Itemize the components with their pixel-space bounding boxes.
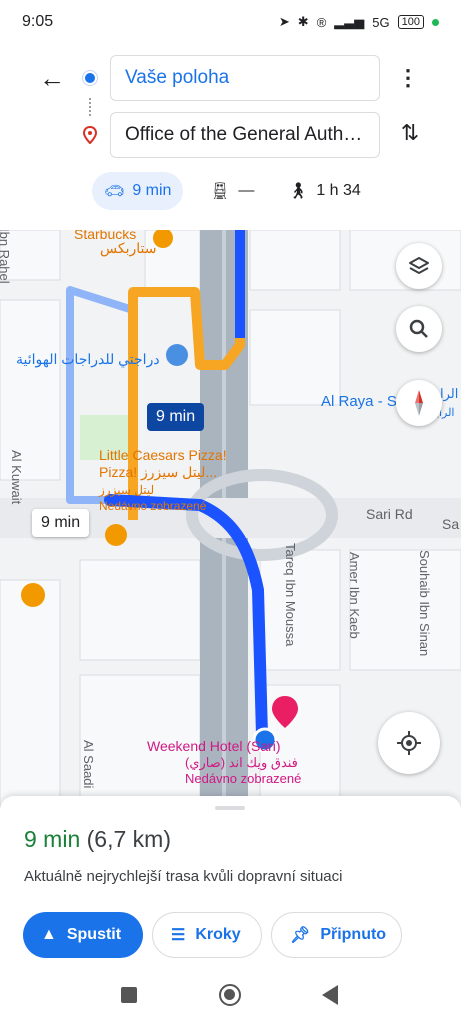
back-icon[interactable] xyxy=(322,985,338,1005)
destination-field[interactable]: Office of the General Auth… xyxy=(110,112,380,158)
compass-icon xyxy=(415,390,423,416)
network-label: 5G xyxy=(372,14,390,30)
my-location-button[interactable] xyxy=(378,712,440,774)
car-icon: 🚗︎ xyxy=(104,183,125,200)
steps-label: Kroky xyxy=(195,926,241,943)
compass-button[interactable] xyxy=(396,380,442,426)
eta-badge-primary[interactable]: 9 min xyxy=(147,403,205,431)
transit-icon: 🚆︎ xyxy=(210,183,231,200)
label-recent-2: Nedávno zobrazené xyxy=(185,771,302,786)
mode-car[interactable]: 🚗︎ 9 min xyxy=(92,172,184,210)
search-icon xyxy=(409,319,428,338)
destination-pin-icon xyxy=(82,126,98,144)
pinned-label: Připnuto xyxy=(320,926,387,943)
label-souhaib: Souhaib Ibn Sinan xyxy=(417,550,432,657)
home-icon[interactable] xyxy=(219,984,241,1006)
label-sari-rd: Sari Rd xyxy=(366,506,413,522)
label-al-raya: Al Raya - S xyxy=(321,393,397,410)
cafe-pin-2-icon xyxy=(21,583,45,607)
label-al-raya-ar-1: الرا xyxy=(440,386,459,401)
label-tareq: Tareq Ibn Moussa xyxy=(283,543,298,647)
bluetooth-icon: ✱ xyxy=(297,14,309,29)
directions-header: ← Vaše poloha Office of the General Auth… xyxy=(0,44,461,230)
start-label: Spustit xyxy=(66,926,122,943)
pinned-button[interactable]: 📌︎ Připnuto xyxy=(271,912,402,958)
mode-walk-time: 1 h 34 xyxy=(316,182,361,199)
mode-walk[interactable]: 🚶︎ 1 h 34 xyxy=(276,172,373,210)
recents-icon[interactable] xyxy=(121,987,137,1003)
swap-icon[interactable]: ⇅ xyxy=(396,120,424,148)
system-nav-bar xyxy=(0,976,461,1024)
pin-icon: 📌︎ xyxy=(290,927,311,944)
back-arrow-icon[interactable]: ← xyxy=(36,62,68,94)
layers-icon xyxy=(409,257,429,274)
crosshair-icon xyxy=(397,731,421,755)
label-pizza-1: Little Caesars Pizza! xyxy=(99,447,227,463)
steps-button[interactable]: ☰ Kroky xyxy=(152,912,262,958)
privacy-dot-icon xyxy=(432,18,439,26)
label-starbucks-ar: ستاربكس xyxy=(100,240,157,256)
label-sa: Sa xyxy=(442,516,460,532)
layers-button[interactable] xyxy=(396,243,442,289)
route-connector xyxy=(89,98,91,116)
signal-icon: ▂▃▅ xyxy=(334,14,365,29)
label-pizza-2: Pizza! ليتل سيزرز... xyxy=(99,464,218,480)
label-al-saadi: Al Saadi xyxy=(81,740,96,789)
label-al-kuwait: Al Kuwait xyxy=(9,450,24,505)
travel-modes: 🚗︎ 9 min 🚆︎ — 🚶︎ 1 h 34 xyxy=(0,172,461,212)
search-along-route-button[interactable] xyxy=(396,306,442,352)
start-button[interactable]: ▲ Spustit xyxy=(23,912,143,958)
bike-shop-pin-icon xyxy=(166,344,188,366)
list-icon: ☰ xyxy=(171,927,186,944)
label-pizza-ar: ليتل سيزرز xyxy=(99,483,155,497)
walk-icon: 🚶︎ xyxy=(288,183,309,200)
sheet-drag-handle[interactable] xyxy=(215,806,245,810)
status-bar: 9:05 ➤ ✱ ® ▂▃▅ 5G 100 xyxy=(0,0,461,44)
origin-field[interactable]: Vaše poloha xyxy=(110,55,380,101)
route-summary: 9 min (6,7 km) xyxy=(24,826,171,853)
route-description: Aktuálně nejrychlejší trasa kvůli doprav… xyxy=(24,868,343,885)
route-distance: (6,7 km) xyxy=(86,826,171,852)
registered-icon: ® xyxy=(316,14,327,30)
mode-transit-time: — xyxy=(238,182,255,199)
navigation-arrow-icon: ▲ xyxy=(41,926,57,943)
label-amer: Amer Ibn Kaeb xyxy=(347,552,362,639)
label-hotel-ar: فندق ويك اند (صاري) xyxy=(185,755,298,770)
label-hotel: Weekend Hotel (Sari) xyxy=(147,738,281,754)
label-recent-1: Nedávno zobrazené xyxy=(99,499,207,513)
location-icon: ➤ xyxy=(278,14,290,29)
mode-car-time: 9 min xyxy=(132,182,172,199)
more-options-icon[interactable]: ⋮ xyxy=(396,64,420,92)
route-summary-sheet[interactable]: 9 min (6,7 km) Aktuálně nejrychlejší tra… xyxy=(0,796,461,976)
restaurant-pin-icon xyxy=(105,524,127,546)
label-bike-shop: دراجتي للدراجات الهوائية xyxy=(16,351,160,367)
origin-dot-icon xyxy=(83,71,97,85)
battery-icon: 100 xyxy=(397,15,424,29)
map-view[interactable]: Starbucks ستاربكس دراجتي للدراجات الهوائ… xyxy=(0,230,461,810)
mode-transit[interactable]: 🚆︎ — xyxy=(198,172,266,210)
clock: 9:05 xyxy=(22,13,54,30)
route-time: 9 min xyxy=(24,826,81,852)
eta-badge-alt[interactable]: 9 min xyxy=(32,509,90,537)
label-ibn-rahel: Ibn Rahel xyxy=(0,230,12,284)
